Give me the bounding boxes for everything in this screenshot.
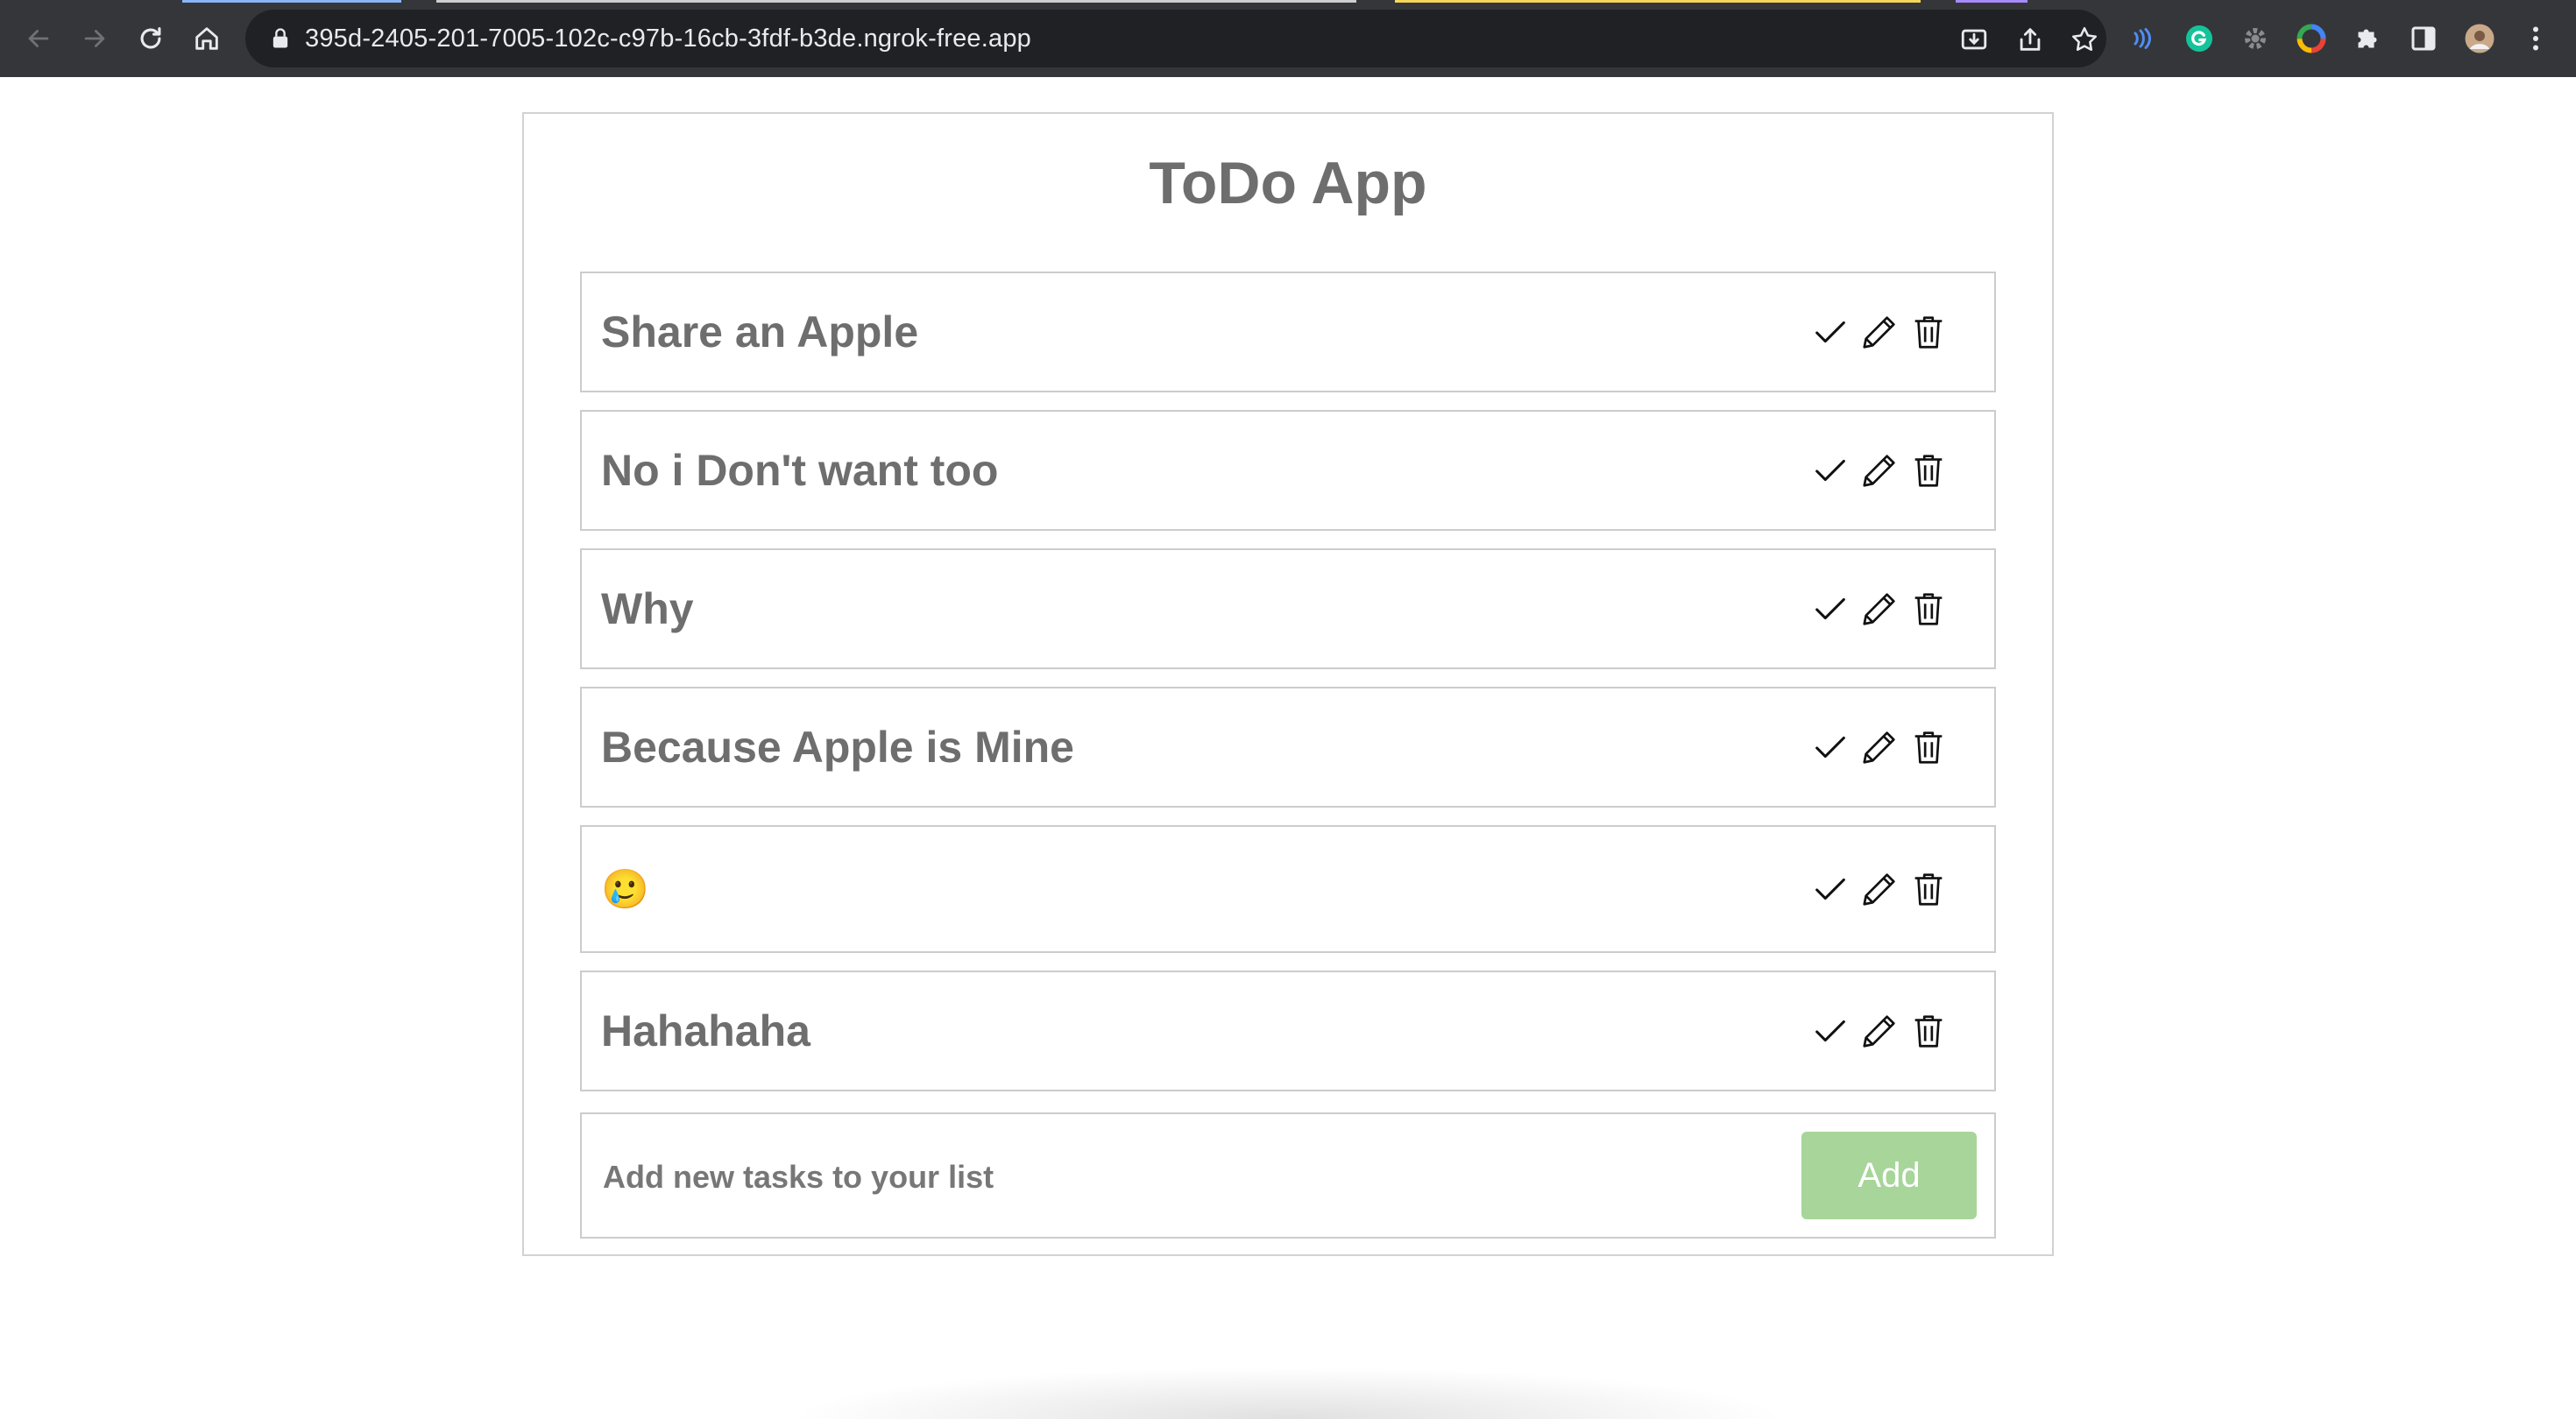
add-task-button[interactable]: Add — [1801, 1132, 1977, 1219]
gear-extension-icon[interactable] — [2236, 19, 2275, 58]
star-icon[interactable] — [2070, 25, 2099, 54]
check-icon — [1815, 1020, 1845, 1042]
edit-task-button[interactable] — [1858, 725, 1901, 769]
complete-task-button[interactable] — [1808, 725, 1852, 769]
pencil-icon — [1863, 316, 1895, 349]
edit-task-button[interactable] — [1858, 587, 1901, 631]
profile-avatar[interactable] — [2460, 19, 2499, 58]
edit-task-button[interactable] — [1858, 448, 1901, 492]
trash-icon — [1914, 731, 1943, 764]
delete-task-button[interactable] — [1907, 1009, 1950, 1053]
add-task-form: Add — [580, 1112, 1996, 1239]
home-button[interactable] — [186, 18, 228, 60]
side-panel-icon[interactable] — [2404, 19, 2443, 58]
task-item: 🥲 — [580, 825, 1996, 953]
task-list: Share an Apple No i Don't want too Why B… — [580, 272, 1996, 1109]
tab-indicator — [1956, 0, 2028, 3]
task-text: Why — [601, 584, 694, 633]
task-actions — [1808, 310, 1950, 354]
check-icon — [1815, 736, 1845, 759]
tab-indicator — [182, 0, 401, 3]
tab-indicator — [1395, 0, 1921, 3]
task-item: Hahahaha — [580, 971, 1996, 1091]
task-actions — [1808, 587, 1950, 631]
grammarly-icon[interactable] — [2180, 19, 2219, 58]
task-actions — [1808, 448, 1950, 492]
task-text: Because Apple is Mine — [601, 723, 1074, 772]
pencil-icon — [1863, 1015, 1895, 1048]
color-wheel-icon[interactable] — [2292, 19, 2331, 58]
arrow-left-icon — [28, 30, 49, 47]
share-icon[interactable] — [2015, 25, 2045, 54]
check-icon — [1815, 321, 1845, 343]
home-icon — [195, 27, 218, 50]
url-text[interactable]: 395d-2405-201-7005-102c-c97b-16cb-3fdf-b… — [305, 22, 1031, 55]
delete-task-button[interactable] — [1907, 867, 1950, 911]
task-item: Share an Apple — [580, 272, 1996, 392]
pencil-icon — [1863, 873, 1895, 906]
pencil-icon — [1863, 731, 1895, 764]
address-bar[interactable]: 395d-2405-201-7005-102c-c97b-16cb-3fdf-b… — [245, 10, 2106, 67]
trash-icon — [1914, 455, 1943, 487]
complete-task-button[interactable] — [1808, 1009, 1852, 1053]
kebab-menu-icon[interactable] — [2516, 19, 2555, 58]
wave-extension-icon[interactable] — [2124, 19, 2162, 58]
tab-indicator — [436, 0, 1356, 3]
app-title: ToDo App — [1149, 150, 1427, 216]
pencil-icon — [1863, 593, 1895, 625]
arrow-right-icon — [84, 30, 105, 47]
delete-task-button[interactable] — [1907, 725, 1950, 769]
delete-task-button[interactable] — [1907, 587, 1950, 631]
check-icon — [1815, 878, 1845, 900]
task-item: No i Don't want too — [580, 410, 1996, 531]
page-bottom-shadow — [789, 1366, 1787, 1419]
task-text: No i Don't want too — [601, 446, 999, 495]
lock-icon[interactable] — [268, 26, 293, 51]
reload-button[interactable] — [130, 18, 172, 60]
complete-task-button[interactable] — [1808, 310, 1852, 354]
task-actions — [1808, 1009, 1950, 1053]
browser-toolbar: 395d-2405-201-7005-102c-c97b-16cb-3fdf-b… — [0, 0, 2576, 77]
edit-task-button[interactable] — [1858, 1009, 1901, 1053]
task-text: Share an Apple — [601, 307, 919, 357]
edit-task-button[interactable] — [1858, 310, 1901, 354]
pencil-icon — [1863, 455, 1895, 487]
todo-app-card: ToDo App Share an Apple No i Don't want … — [522, 112, 2054, 1256]
reload-icon — [140, 27, 161, 49]
task-actions — [1808, 867, 1950, 911]
puzzle-icon[interactable] — [2348, 19, 2387, 58]
task-text: Hahahaha — [601, 1006, 810, 1055]
install-icon[interactable] — [1959, 25, 1989, 54]
edit-task-button[interactable] — [1858, 867, 1901, 911]
complete-task-button[interactable] — [1808, 587, 1852, 631]
trash-icon — [1914, 1015, 1943, 1048]
delete-task-button[interactable] — [1907, 448, 1950, 492]
task-text: 🥲 — [601, 868, 649, 911]
task-actions — [1808, 725, 1950, 769]
forward-button[interactable] — [74, 18, 116, 60]
task-item: Why — [580, 548, 1996, 669]
complete-task-button[interactable] — [1808, 448, 1852, 492]
delete-task-button[interactable] — [1907, 310, 1950, 354]
check-icon — [1815, 597, 1845, 620]
check-icon — [1815, 459, 1845, 482]
trash-icon — [1914, 316, 1943, 349]
task-item: Because Apple is Mine — [580, 687, 1996, 808]
complete-task-button[interactable] — [1808, 867, 1852, 911]
new-task-input[interactable] — [591, 1133, 1730, 1221]
trash-icon — [1914, 873, 1943, 906]
trash-icon — [1914, 593, 1943, 625]
back-button[interactable] — [18, 18, 60, 60]
